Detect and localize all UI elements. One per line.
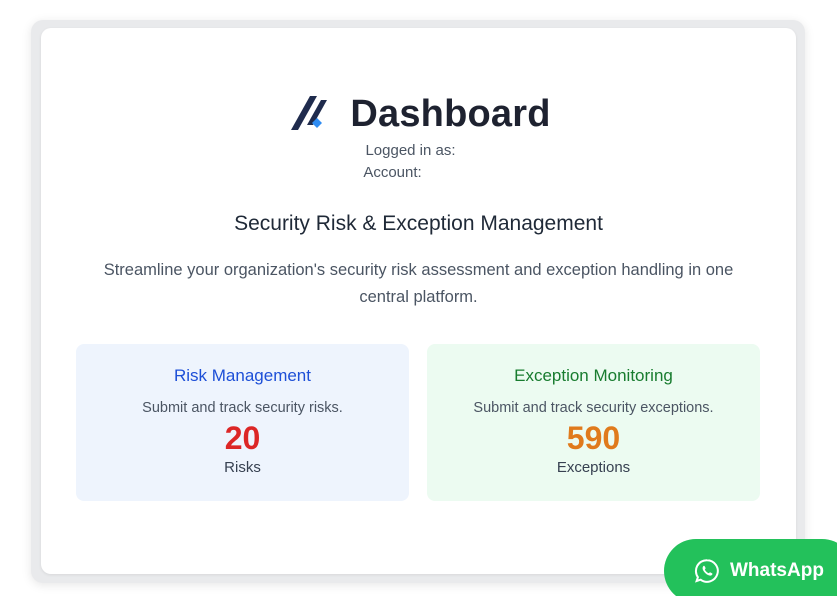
tile-title[interactable]: Risk Management [76, 366, 409, 386]
tile-subtitle: Submit and track security risks. [142, 400, 343, 416]
double-slash-logo-icon [291, 96, 328, 130]
page-title: Dashboard [350, 92, 551, 135]
exception-count: 590 [566, 420, 621, 456]
dashboard-card: Dashboard Logged in as: Account: Securit… [41, 28, 796, 574]
page: Dashboard Logged in as: Account: Securit… [0, 0, 837, 596]
whatsapp-button[interactable]: WhatsApp [664, 539, 837, 596]
risk-count: 20 [224, 420, 261, 456]
tile-unit: Risks [224, 459, 261, 476]
tile-unit: Exceptions [556, 459, 631, 476]
tile-subtitle: Submit and track security exceptions. [473, 400, 714, 416]
dashboard-header: Dashboard [41, 92, 796, 136]
risk-management-tile[interactable]: Risk Management Submit and track securit… [76, 344, 409, 501]
account-label: Account: [363, 164, 422, 181]
logged-in-label: Logged in as: [365, 142, 456, 159]
section-subtitle: Security Risk & Exception Management [234, 212, 603, 235]
section-description: Streamline your organization's security … [103, 261, 734, 306]
tile-title[interactable]: Exception Monitoring [427, 366, 760, 386]
whatsapp-icon [695, 559, 719, 583]
session-info: Logged in as: Account: [41, 140, 796, 184]
whatsapp-label[interactable]: WhatsApp [730, 560, 824, 582]
exception-monitoring-tile[interactable]: Exception Monitoring Submit and track se… [427, 344, 760, 501]
